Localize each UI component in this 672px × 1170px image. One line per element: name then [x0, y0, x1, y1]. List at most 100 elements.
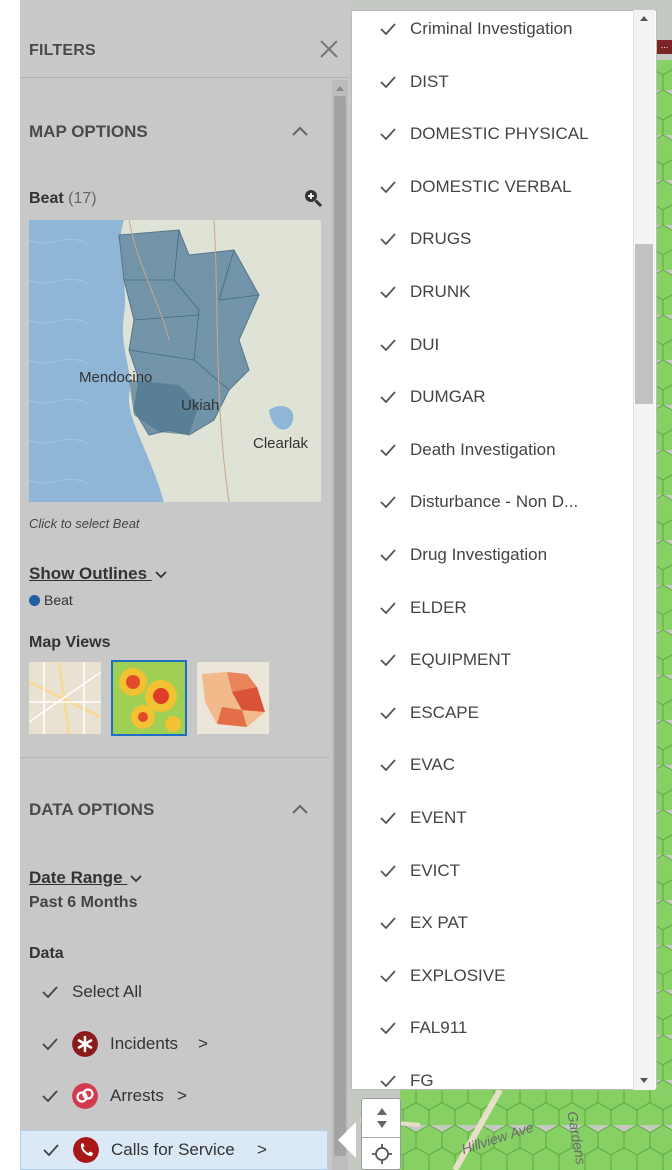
beat-map-graphic[interactable]: Mendocino Ukiah Clearlak — [29, 220, 321, 502]
collapse-map-options-icon[interactable] — [292, 126, 308, 136]
dropdown-scroll-down-icon[interactable] — [640, 1078, 648, 1083]
locate-icon[interactable] — [372, 1143, 392, 1165]
call-type-option[interactable]: DIST — [352, 58, 637, 110]
check-icon — [380, 917, 396, 930]
call-type-label: DRUGS — [410, 229, 472, 249]
call-type-label: DRUNK — [410, 282, 471, 301]
call-type-option[interactable]: Criminal Investigation — [352, 11, 637, 57]
call-type-label: EVICT — [410, 860, 461, 880]
call-type-label: DUI — [410, 334, 440, 354]
call-type-option[interactable]: EVENT — [352, 794, 637, 846]
check-icon — [42, 986, 58, 998]
calls-for-service-label: Calls for Service — [111, 1140, 235, 1159]
phone-icon — [73, 1137, 99, 1163]
check-icon — [380, 444, 396, 456]
dropdown-scrollbar[interactable] — [633, 10, 655, 1090]
call-type-option[interactable]: DRUGS — [352, 215, 637, 267]
map-options-title: MAP OPTIONS — [29, 122, 148, 141]
call-type-option[interactable]: Drug Investigation — [352, 531, 637, 583]
chevron-down-icon — [155, 570, 167, 578]
map-view-choropleth[interactable] — [197, 662, 269, 734]
check-icon — [380, 759, 396, 772]
call-type-option[interactable]: DUI — [352, 321, 637, 373]
check-icon — [380, 707, 396, 719]
check-icon — [380, 338, 396, 351]
call-type-option[interactable]: EXPLOSIVE — [352, 952, 637, 1004]
legend-beat: Beat — [29, 592, 73, 608]
call-type-label: DOMESTIC VERBAL — [410, 176, 572, 196]
map-label-ukiah: Ukiah — [181, 397, 219, 414]
call-type-label: DUMGAR — [410, 387, 486, 407]
data-row-calls-for-service[interactable]: Calls for Service > — [20, 1130, 328, 1170]
filters-title: FILTERS — [29, 42, 96, 59]
date-range-toggle[interactable]: Date Range — [29, 868, 142, 888]
zoom-arrows-icon[interactable] — [376, 1107, 388, 1129]
data-label: Data — [29, 945, 64, 962]
map-view-streets[interactable] — [29, 662, 101, 734]
top-map-marker: ... — [657, 40, 672, 54]
check-icon — [380, 286, 396, 298]
select-all-option[interactable]: Select All — [20, 974, 328, 1012]
map-view-heatmap[interactable] — [111, 660, 187, 736]
call-type-option[interactable]: ESCAPE — [352, 689, 637, 741]
beat-count: (17) — [68, 190, 97, 207]
call-type-option[interactable]: EVAC — [352, 741, 637, 793]
beat-label-text: Beat — [29, 190, 64, 207]
data-row-incidents[interactable]: Incidents > — [20, 1026, 328, 1064]
data-row-arrests[interactable]: Arrests > — [20, 1078, 328, 1116]
call-type-option[interactable]: DOMESTIC VERBAL — [352, 163, 637, 215]
call-type-label: EVENT — [410, 808, 467, 827]
call-type-option[interactable]: EVICT — [352, 847, 637, 899]
legend-beat-label: Beat — [44, 592, 73, 608]
call-type-label: FAL911 — [410, 1018, 468, 1038]
call-type-dropdown[interactable]: Criminal Investigation DIST DOMESTIC PHYSI… — [351, 10, 657, 1090]
panel-edge — [0, 0, 20, 1170]
call-type-option[interactable]: EQUIPMENT — [352, 636, 637, 688]
dropdown-scrollbar-thumb[interactable] — [635, 244, 653, 404]
check-icon — [380, 1022, 396, 1035]
map-nav-control[interactable] — [361, 1098, 401, 1170]
collapse-data-options-icon[interactable] — [292, 804, 308, 814]
beat-label: Beat (17) — [29, 190, 97, 208]
call-type-option[interactable]: DUMGAR — [352, 373, 637, 425]
dropdown-pointer — [338, 1122, 356, 1158]
close-icon[interactable] — [318, 38, 340, 60]
call-type-option[interactable]: DOMESTIC PHYSICAL — [352, 110, 637, 162]
check-icon — [380, 23, 396, 35]
call-type-label: DIST — [410, 71, 449, 91]
call-type-option[interactable]: EX PAT — [352, 899, 637, 951]
nav-divider — [362, 1137, 400, 1138]
zoom-in-icon[interactable] — [303, 188, 323, 208]
call-type-label: DOMESTIC PHYSICAL — [410, 124, 589, 144]
dropdown-scroll-up-icon[interactable] — [640, 16, 648, 21]
check-icon — [380, 391, 396, 404]
map-label-clearlake: Clearlak — [253, 435, 309, 452]
check-icon — [380, 864, 396, 877]
check-icon — [380, 601, 396, 614]
check-icon — [43, 1144, 59, 1156]
check-icon — [380, 75, 396, 88]
check-icon — [380, 128, 396, 141]
call-type-label: FG — [410, 1071, 434, 1090]
call-type-option[interactable]: FG — [352, 1057, 637, 1090]
call-type-option[interactable]: DRUNK — [352, 268, 637, 320]
section-divider — [20, 757, 330, 758]
scroll-up-arrow-icon[interactable] — [336, 86, 344, 91]
call-type-option[interactable]: Death Investigation — [352, 426, 637, 478]
panel-scrollbar-thumb[interactable] — [334, 96, 346, 1156]
check-icon — [380, 233, 396, 246]
chevron-down-icon — [130, 874, 142, 882]
beat-map[interactable]: Mendocino Ukiah Clearlak — [29, 220, 321, 502]
call-type-option[interactable]: Disturbance - Non D... — [352, 478, 637, 530]
map-caption: Click to select Beat — [29, 516, 140, 531]
chevron-right-icon: > — [257, 1140, 267, 1159]
filters-header: FILTERS — [20, 0, 350, 78]
call-type-label: Disturbance - Non D... — [410, 492, 579, 512]
call-type-option[interactable]: FAL911 — [352, 1004, 637, 1056]
map-views-label: Map Views — [29, 634, 111, 651]
select-all-label: Select All — [72, 982, 142, 1001]
call-type-option[interactable]: ELDER — [352, 584, 637, 636]
show-outlines-toggle[interactable]: Show Outlines — [29, 564, 167, 584]
call-type-label: Death Investigation — [410, 439, 556, 459]
date-range-label: Date Range — [29, 868, 123, 887]
